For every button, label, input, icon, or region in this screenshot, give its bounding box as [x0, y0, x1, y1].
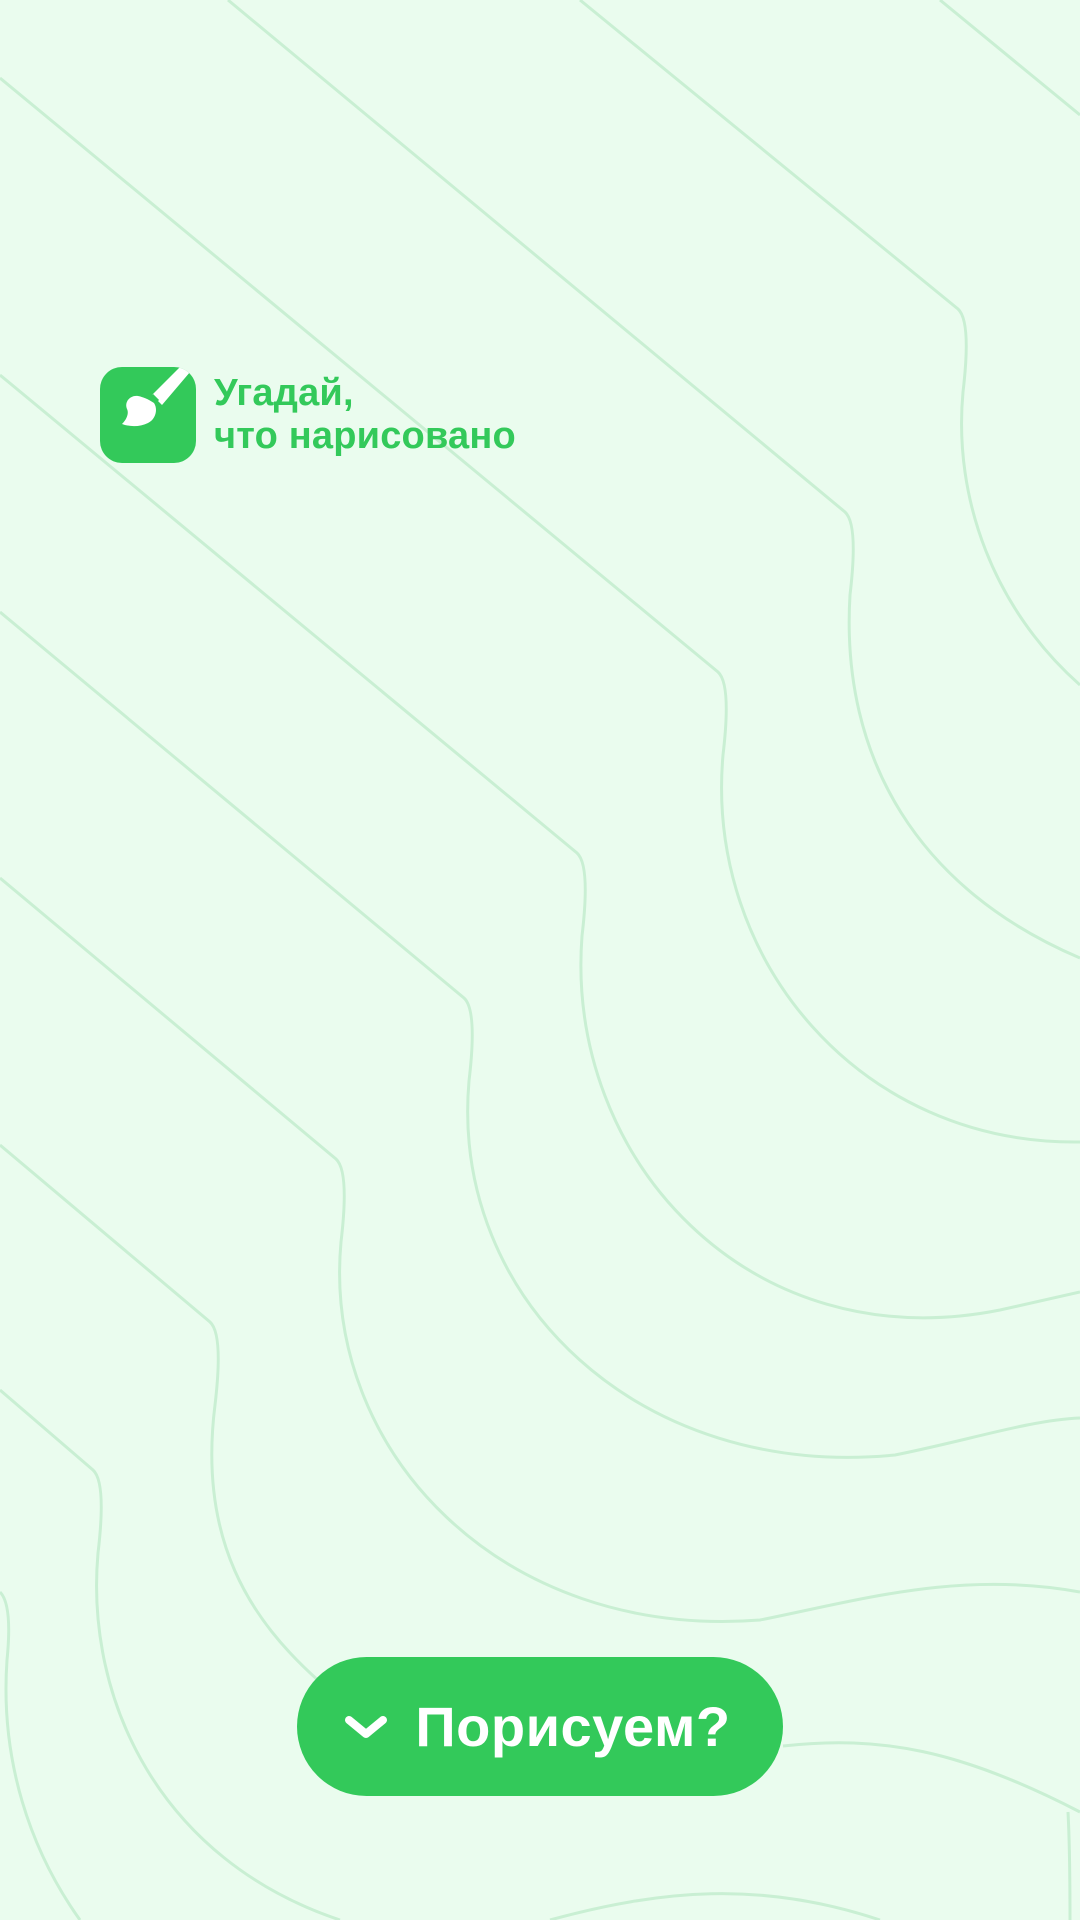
start-drawing-button[interactable]: Порисуем?	[297, 1657, 783, 1796]
chevron-down-icon	[345, 1715, 388, 1738]
app-title: Угадай, что нарисовано	[214, 372, 516, 458]
start-drawing-label: Порисуем?	[415, 1695, 731, 1758]
background-pattern	[0, 0, 1080, 1920]
paintbrush-icon	[100, 367, 196, 463]
app-logo: Угадай, что нарисовано	[100, 367, 516, 463]
app-title-line2: что нарисовано	[214, 415, 516, 457]
app-title-line1: Угадай,	[214, 372, 354, 414]
